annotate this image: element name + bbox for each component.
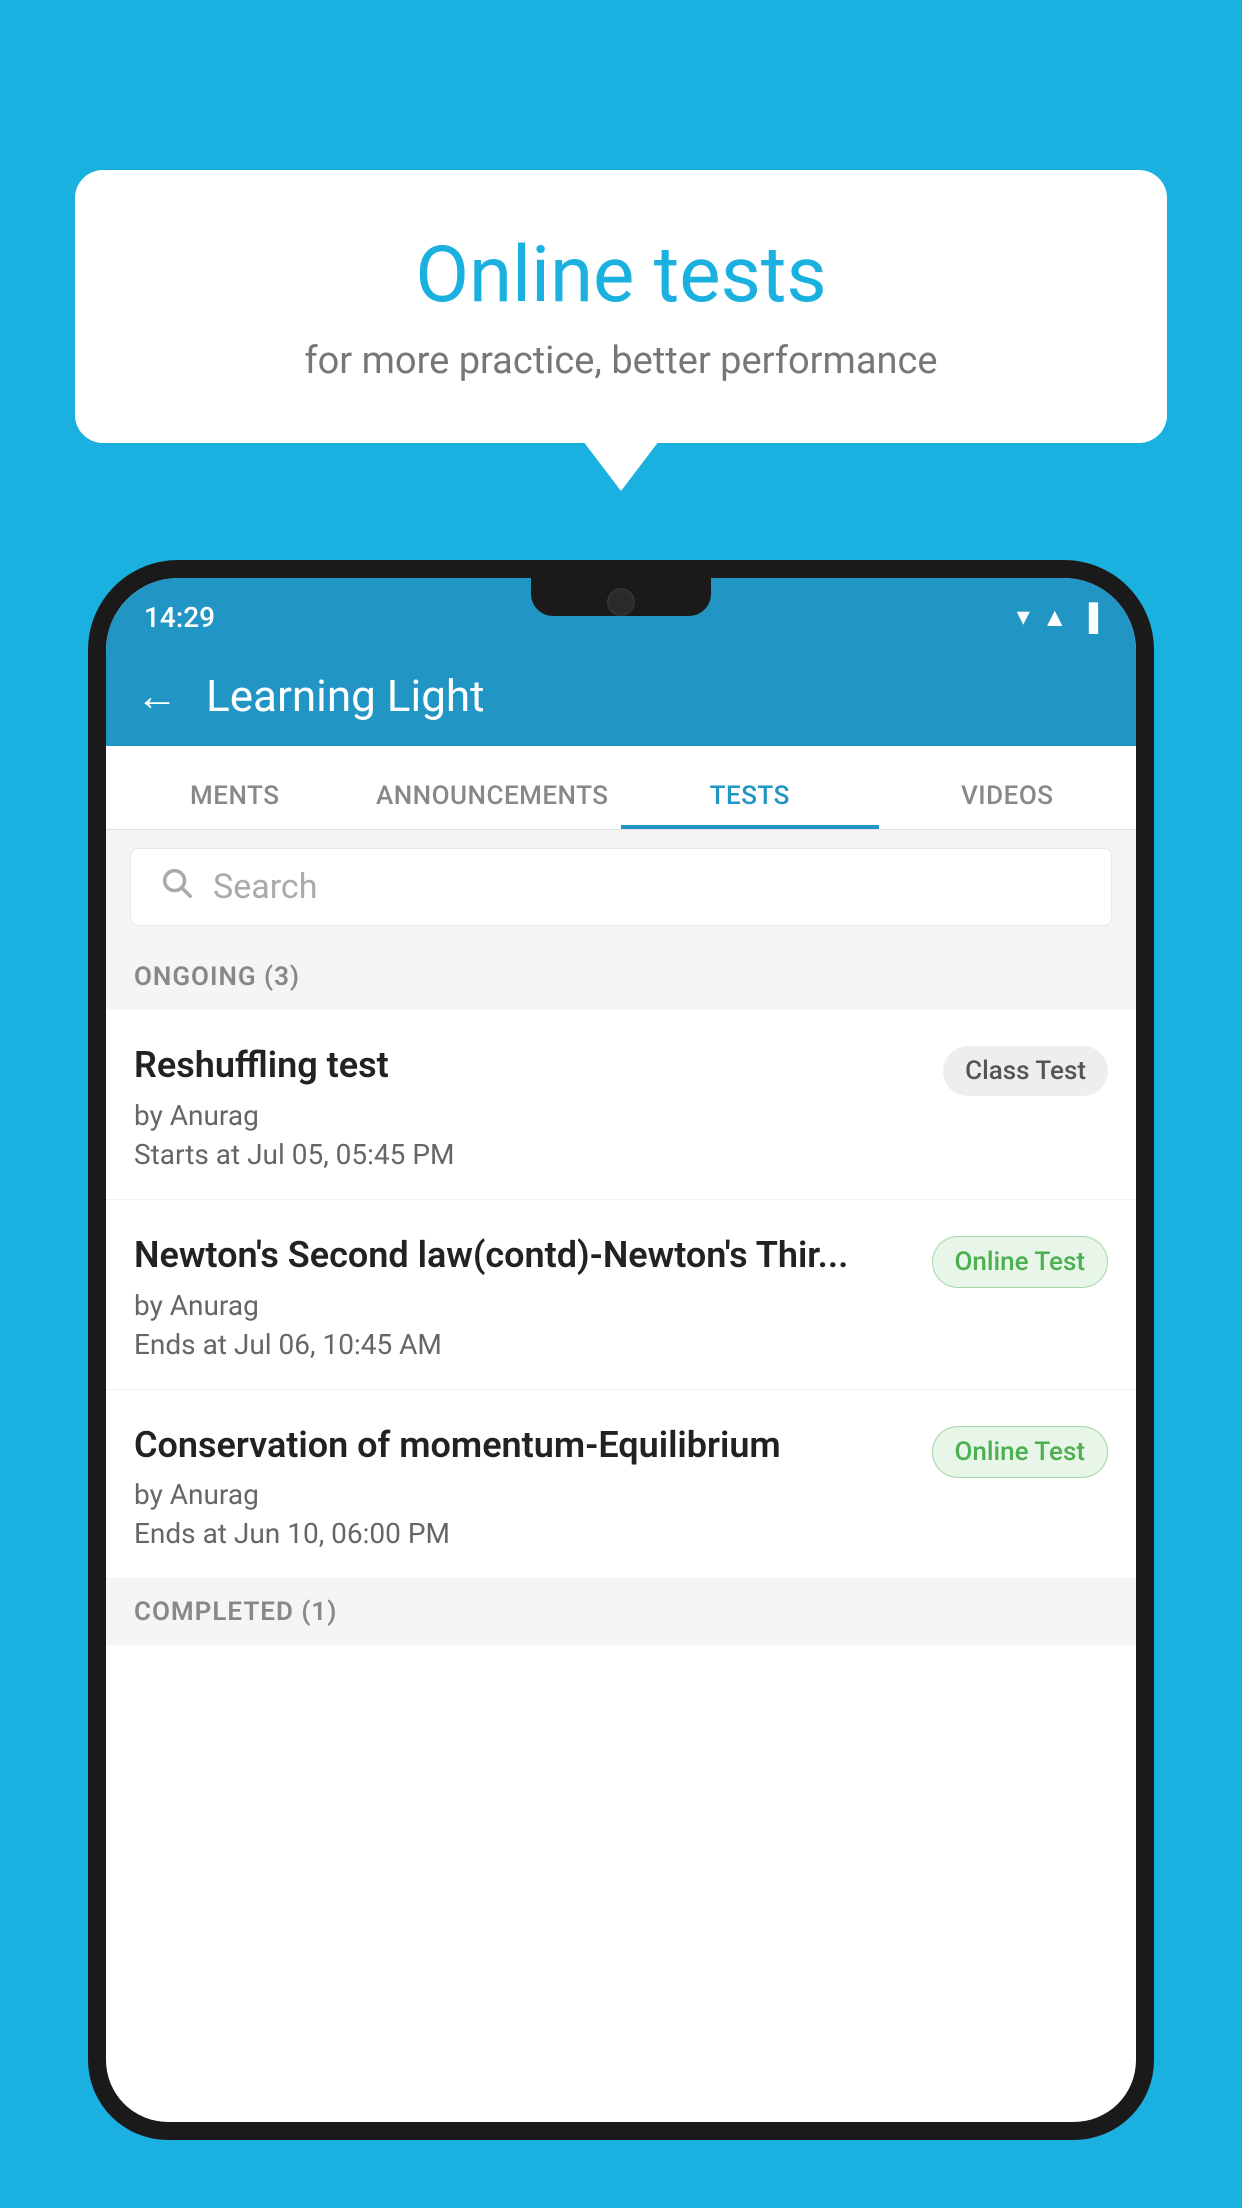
section-ongoing-header: ONGOING (3) — [106, 944, 1136, 1010]
section-ongoing-label: ONGOING (3) — [134, 962, 300, 992]
search-container: Search — [106, 830, 1136, 944]
test-info: Reshuffling test by Anurag Starts at Jul… — [134, 1042, 943, 1171]
test-badge: Online Test — [932, 1236, 1109, 1288]
test-badge: Class Test — [943, 1046, 1108, 1096]
test-info: Newton's Second law(contd)-Newton's Thir… — [134, 1232, 932, 1361]
search-placeholder: Search — [213, 867, 317, 907]
tab-announcements[interactable]: ANNOUNCEMENTS — [364, 781, 622, 829]
list-item[interactable]: Reshuffling test by Anurag Starts at Jul… — [106, 1010, 1136, 1200]
speech-bubble-subtitle: for more practice, better performance — [125, 339, 1117, 383]
tabs-bar: MENTS ANNOUNCEMENTS TESTS VIDEOS — [106, 746, 1136, 830]
app-header: ← Learning Light — [106, 646, 1136, 746]
test-info: Conservation of momentum-Equilibrium by … — [134, 1422, 932, 1551]
speech-bubble: Online tests for more practice, better p… — [75, 170, 1167, 443]
phone-notch — [531, 578, 711, 616]
phone-screen: 14:29 ▾ ▲ ▐ ← Learning Light MENTS ANNOU… — [106, 578, 1136, 2122]
tab-ments[interactable]: MENTS — [106, 781, 364, 829]
tab-videos[interactable]: VIDEOS — [879, 781, 1137, 829]
test-time: Ends at Jul 06, 10:45 AM — [134, 1328, 912, 1361]
speech-bubble-container: Online tests for more practice, better p… — [75, 170, 1167, 443]
test-time: Starts at Jul 05, 05:45 PM — [134, 1138, 923, 1171]
test-name: Newton's Second law(contd)-Newton's Thir… — [134, 1232, 912, 1279]
list-item[interactable]: Conservation of momentum-Equilibrium by … — [106, 1390, 1136, 1580]
test-badge: Online Test — [932, 1426, 1109, 1478]
signal-icon: ▲ — [1042, 602, 1068, 633]
test-name: Conservation of momentum-Equilibrium — [134, 1422, 912, 1469]
section-completed-label: COMPLETED (1) — [134, 1597, 337, 1627]
test-name: Reshuffling test — [134, 1042, 923, 1089]
phone-wrapper: 14:29 ▾ ▲ ▐ ← Learning Light MENTS ANNOU… — [88, 560, 1154, 2208]
test-by: by Anurag — [134, 1289, 912, 1322]
test-list: Reshuffling test by Anurag Starts at Jul… — [106, 1010, 1136, 1579]
test-by: by Anurag — [134, 1478, 912, 1511]
section-completed-header: COMPLETED (1) — [106, 1579, 1136, 1645]
app-title: Learning Light — [206, 670, 485, 722]
test-by: by Anurag — [134, 1099, 923, 1132]
status-icons: ▾ ▲ ▐ — [1017, 602, 1098, 633]
list-item[interactable]: Newton's Second law(contd)-Newton's Thir… — [106, 1200, 1136, 1390]
test-time: Ends at Jun 10, 06:00 PM — [134, 1517, 912, 1550]
status-time: 14:29 — [144, 601, 215, 634]
speech-bubble-title: Online tests — [125, 230, 1117, 321]
phone-camera — [607, 588, 635, 616]
search-bar[interactable]: Search — [130, 848, 1112, 926]
back-button[interactable]: ← — [136, 672, 178, 721]
search-icon — [159, 865, 193, 909]
wifi-icon: ▾ — [1017, 602, 1030, 632]
tab-tests[interactable]: TESTS — [621, 781, 879, 829]
battery-icon: ▐ — [1080, 602, 1098, 633]
phone-outer: 14:29 ▾ ▲ ▐ ← Learning Light MENTS ANNOU… — [88, 560, 1154, 2140]
